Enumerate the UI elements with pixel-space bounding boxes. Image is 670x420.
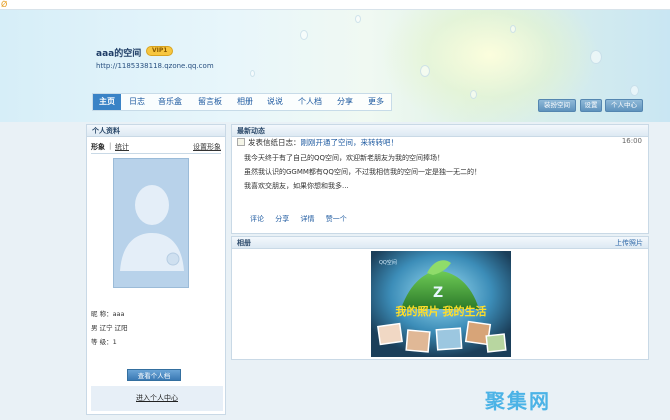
default-avatar-icon [120,185,184,271]
feed-panel: 最新动态 发表信纸日志：刚刚开通了空间，来转转吧！ 16:00 我今天终于有了自… [231,124,649,234]
feed-time: 16:00 [621,137,642,145]
feed-line: 虽然我认识的GGMM都有QQ空间，不过我相信我的空间一定是独一无二的！ [244,168,481,176]
nav-item-share[interactable]: 分享 [333,94,357,110]
nav-item-guestbook[interactable]: 留言板 [193,94,227,110]
document-icon [237,138,245,146]
feed-item-prefix: 发表信纸日志： [248,138,301,147]
nav-item-music[interactable]: 音乐盒 [153,94,187,110]
album-logo: QQ空间 [379,260,397,266]
settings-button[interactable]: 设置 [580,99,602,112]
like-link[interactable]: 赞一个 [326,215,347,223]
nav-item-profile[interactable]: 个人档 [293,94,327,110]
feed-item-header: 发表信纸日志：刚刚开通了空间，来转转吧！ [237,137,647,148]
raindrop [355,15,361,23]
personal-center-button[interactable]: 个人中心 [605,99,643,112]
avatar[interactable] [113,158,189,288]
details-link[interactable]: 详情 [300,215,314,223]
tab-separator: | [109,142,112,150]
profile-panel-title: 个人资料 [87,125,225,137]
nav-item-blog[interactable]: 日志 [125,94,149,110]
feed-item-body: 我今天终于有了自己的QQ空间，欢迎新老朋友为我的空间捧场！ 虽然我认识的GGMM… [244,151,604,193]
album-panel-title: 相册 上传照片 [232,237,648,249]
vip-badge[interactable]: VIP1 [146,46,174,56]
tab-divider [91,153,221,154]
svg-text:Z: Z [433,285,443,301]
tab-stats[interactable]: 统计 [115,142,129,152]
enter-personal-center-link[interactable]: 进入个人中心 [91,386,223,411]
watermark: 聚集网 [485,389,551,413]
raindrop [630,85,639,96]
feed-actions: 评论 分享 详情 赞一个 [250,214,356,224]
raindrop [470,90,477,99]
location-text: 男 辽宁 辽阳 [91,324,128,332]
profile-panel: 个人资料 形象 | 统计 设置形象 昵 称：aaa 男 辽宁 辽阳 等 级：1 … [86,124,226,415]
raindrop [300,30,308,40]
tab-image[interactable]: 形象 [91,142,105,152]
main-nav: 主页 日志 音乐盒 留言板 相册 说说 个人档 分享 更多 [92,93,392,111]
view-profile-button[interactable]: 查看个人档 [127,369,181,381]
nickname-text: 昵 称：aaa [91,310,125,318]
album-title: 相册 [237,239,251,247]
nav-item-more[interactable]: 更多 [363,94,389,110]
raindrop [510,25,516,33]
space-title[interactable]: aaa的空间 [96,46,141,59]
feed-line: 我今天终于有了自己的QQ空间，欢迎新老朋友为我的空间捧场！ [244,154,445,162]
album-cover-image[interactable]: Z QQ空间 我的照片 我的生活 [371,251,511,357]
feed-item-link[interactable]: 刚刚开通了空间，来转转吧！ [301,138,399,147]
raindrop [250,70,255,77]
album-slogan: 我的照片 我的生活 [395,306,487,318]
level-text: 等 级：1 [91,338,117,346]
decorate-space-button[interactable]: 装扮空间 [538,99,576,112]
share-link[interactable]: 分享 [275,215,289,223]
space-url[interactable]: http://1185338118.qzone.qq.com [96,62,214,70]
profile-tabs: 形象 | 统计 设置形象 [91,142,221,152]
set-image-link[interactable]: 设置形象 [193,142,221,152]
favicon-icon: Ǿ [1,0,8,9]
feed-line: 我喜欢交朋友，如果你想和我多... [244,182,349,190]
nav-item-album[interactable]: 相册 [233,94,257,110]
raindrop [590,50,602,64]
nav-item-moods[interactable]: 说说 [263,94,287,110]
comment-link[interactable]: 评论 [250,215,264,223]
album-panel: 相册 上传照片 Z QQ空间 我的照片 我的生活 [231,236,649,360]
feed-panel-title: 最新动态 [232,125,648,137]
raindrop [420,65,430,77]
browser-top-strip: Ǿ [0,0,670,10]
nav-item-home[interactable]: 主页 [93,94,121,110]
upload-photo-link[interactable]: 上传照片 [615,237,643,249]
